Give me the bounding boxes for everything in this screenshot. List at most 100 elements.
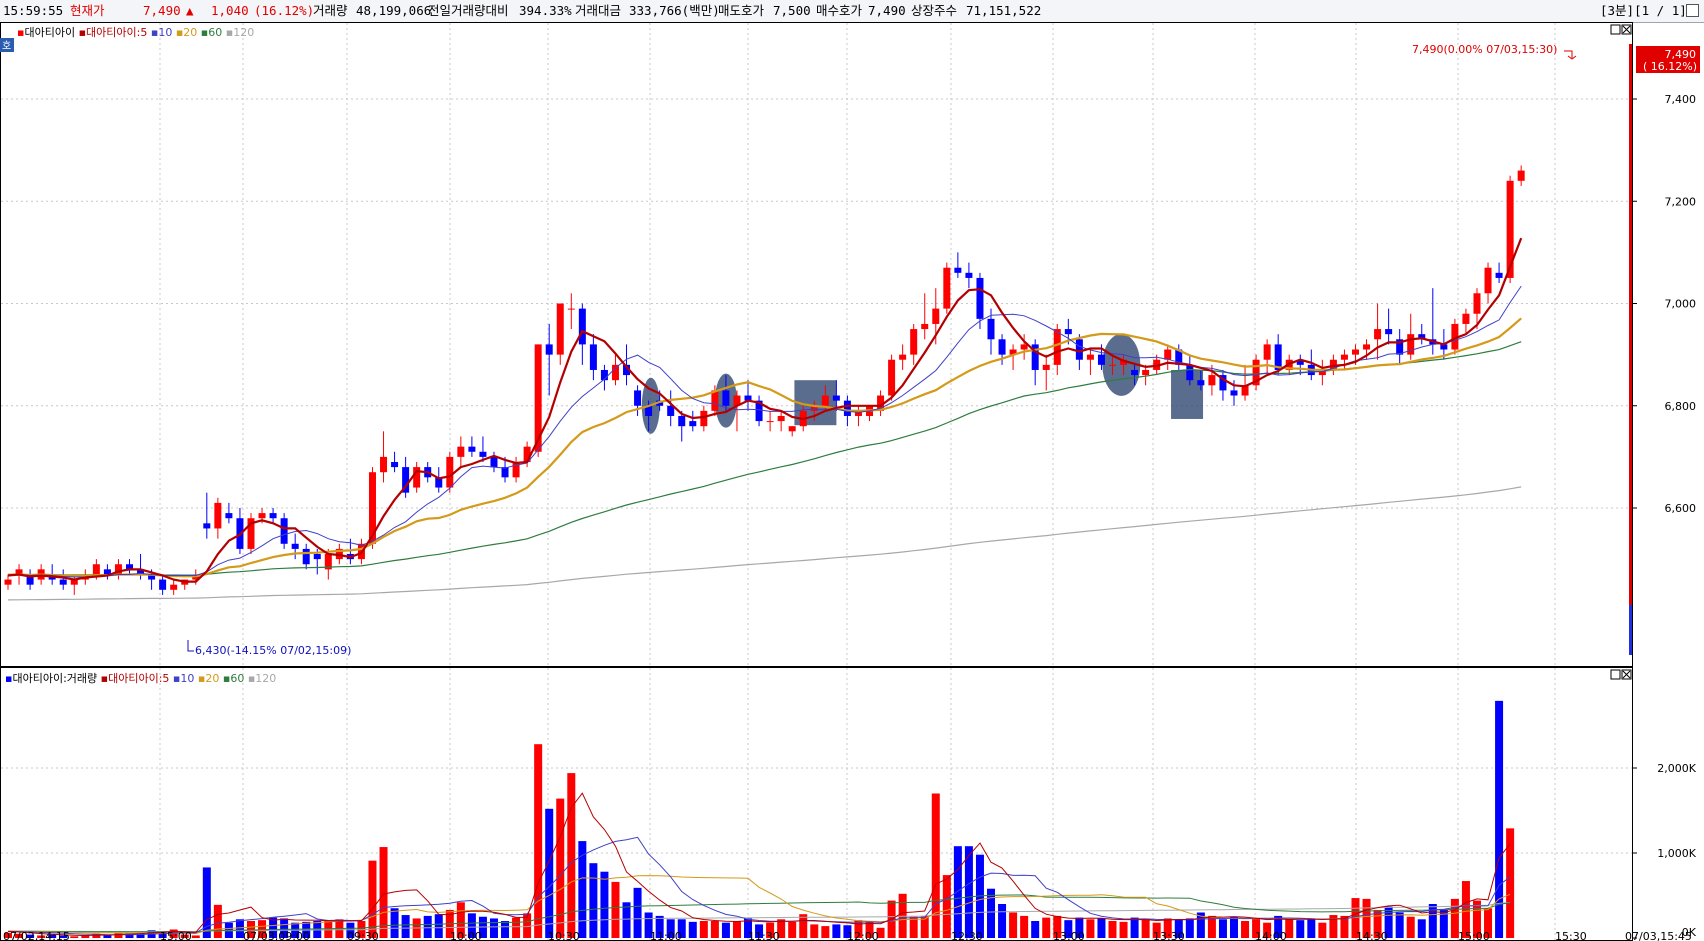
volume-bar [1318,922,1327,938]
candle-body [689,421,697,427]
candle-body [1340,354,1348,360]
candle-body [832,395,840,401]
volume-bar [501,921,510,938]
chart-frame: ▪대아티아이 ▪대아티아이:5 ▪10 ▪20 ▪60 ▪120 호 ▪대아티아… [0,22,1700,941]
time-tick-label: 09:30 [347,930,379,941]
volume-bar [821,926,830,938]
candle-body [291,543,299,549]
volume-bar [998,904,1007,938]
volume-bar [70,936,79,938]
volume-bar [1395,912,1404,938]
candle-body [722,390,730,406]
candle-body [1517,170,1525,181]
price-tick-label: 7,400 [1665,93,1697,106]
candle-body [1075,339,1083,360]
volume-bar [942,875,951,938]
candle-body [1042,364,1050,370]
volume-bar [1141,919,1150,938]
price-range-bar [1629,44,1632,654]
candle-body [1363,344,1371,350]
volume-bar [953,846,962,938]
candle-body [391,461,399,468]
volume-bar [710,921,719,938]
candle-body [457,446,465,457]
candle-body [611,364,619,381]
current-price: 7,490 [143,3,181,18]
up-arrow-icon: ▲ [186,3,194,18]
volume-value: 48,199,066 [356,3,432,18]
candle-body [1263,344,1271,360]
volume-bar [688,921,697,938]
candle-body [932,308,940,324]
volume-bar [810,924,819,938]
volume-bar [1130,917,1139,938]
price-tick-label: 7,200 [1665,195,1697,208]
candle-body [910,329,918,355]
candle-body [214,502,222,529]
candle-body [225,513,233,519]
volume-bar [423,915,432,938]
candle-body [976,277,984,319]
time-tick-label: 15:30 [1555,930,1587,941]
candle-body [380,456,388,473]
volume-bar [191,935,200,938]
candle-body [1230,390,1238,396]
volume-bar [909,916,918,938]
price-tick-label: 6,800 [1665,400,1697,413]
volume-tick-label: 2,000K [1657,762,1696,775]
volume-bar [1185,918,1194,938]
volume-bar [1406,916,1415,938]
time-tick-label: 11:00 [650,930,682,941]
minimize-button[interactable] [1686,4,1699,17]
volume-bar [1506,828,1515,938]
candle-body [1064,329,1072,335]
candle-body [170,584,178,590]
volume-bar [611,881,620,938]
candle-body [1086,354,1094,360]
time-tick-label: 07/03,09:00 [243,930,310,941]
candle-body [1131,369,1139,376]
candle-body [987,318,995,340]
candle-body [788,426,796,432]
candle-body [203,523,211,529]
time-tick-label: 15:00 [1458,930,1490,941]
candle-body [159,579,167,590]
time-tick-label: 07/02,14:15 [3,930,70,941]
price-tick-label: 6,600 [1665,502,1697,515]
candle-body [1197,380,1205,386]
candle-body [998,339,1006,355]
quote-bar: 15:59:55 현재가 7,490 ▲ 1,040 (16.12%) 거래량 … [0,0,1704,23]
time-tick-label: 13:00 [1053,930,1085,941]
prev-volume-ratio: 394.33% [519,3,572,18]
candle-body [766,421,774,423]
candle-body [777,415,785,422]
volume-bar [1119,921,1128,938]
candle-body [556,303,564,355]
candle-body [446,456,454,488]
volume-bar [1296,920,1305,938]
volume-bar [622,902,631,938]
candle-body [1186,364,1194,381]
ask-label: 매도호가 [718,3,765,18]
price-change-pct: (16.12%) [254,3,315,18]
candle-body [899,354,907,360]
time-tick-label: 13:30 [1153,930,1185,941]
trade-value: 333,766(백만) [629,3,720,18]
period-selector[interactable]: [3분][1 / 1] [1600,0,1687,22]
candle-body [1208,375,1216,386]
candle-body [1142,369,1150,376]
candle-body [888,359,896,396]
price-label: 현재가 [70,3,105,18]
candle-body [1473,293,1481,314]
candle-body [302,548,310,565]
candle-body [1484,267,1492,294]
volume-tick-label: 1,000K [1657,847,1696,860]
volume-bar [1241,921,1250,938]
candle-body [965,272,973,278]
candle-body [1164,349,1172,360]
candle-body [821,395,829,406]
candle-body [589,344,597,370]
volume-bar [379,847,388,938]
volume-bar [788,921,797,938]
volume-bar [390,908,399,938]
